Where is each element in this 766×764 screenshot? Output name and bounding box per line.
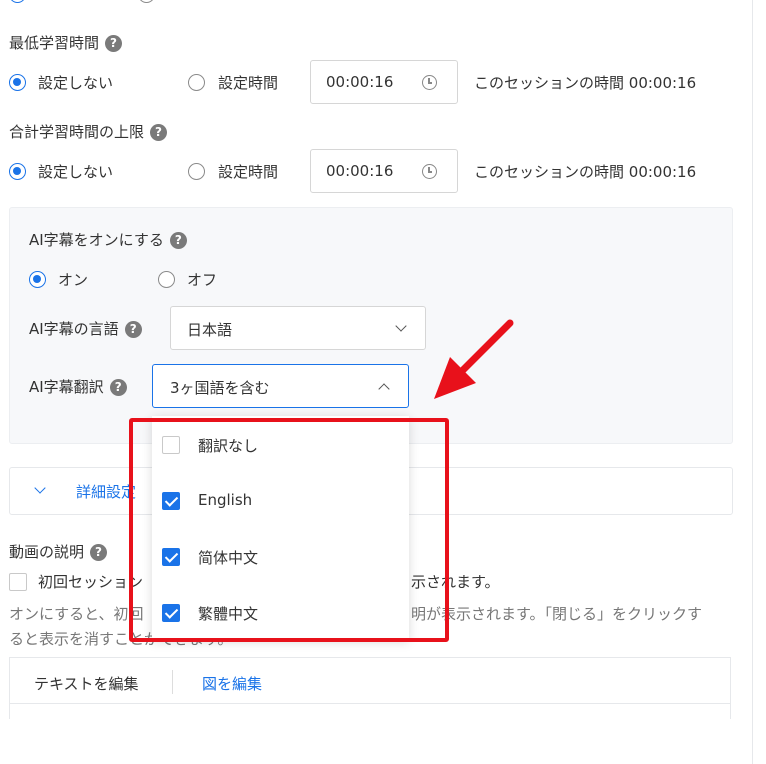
- help-icon[interactable]: ?: [169, 232, 187, 249]
- top-partial-row: 許可 禁止: [0, 0, 300, 4]
- clock-icon[interactable]: [422, 164, 437, 179]
- tab-separator: [172, 670, 173, 694]
- annotation-highlight-box: [129, 418, 449, 642]
- ai-caption-toggle-label: AI字幕をオンにする: [29, 231, 164, 249]
- min-time-set-label: 設定時間: [218, 74, 279, 92]
- min-time-value: 00:00:16: [326, 73, 394, 91]
- min-time-radio-none[interactable]: [9, 74, 26, 91]
- help-icon[interactable]: ?: [109, 379, 127, 396]
- video-desc-hint-1a: オンにすると、初回: [9, 605, 144, 623]
- max-time-value: 00:00:16: [326, 162, 394, 180]
- ai-caption-translate-value: 3ヶ国語を含む: [170, 379, 270, 397]
- ai-caption-radio-off[interactable]: [158, 271, 175, 288]
- min-time-heading: 最低学習時間?: [9, 32, 123, 53]
- max-time-input[interactable]: 00:00:16: [310, 149, 458, 193]
- ai-caption-heading: AI字幕をオンにする?: [29, 229, 187, 250]
- ai-caption-on-label: オン: [58, 271, 89, 289]
- min-time-radio-set[interactable]: [188, 74, 205, 91]
- max-time-none-label: 設定しない: [38, 163, 114, 181]
- ai-caption-translate-select[interactable]: 3ヶ国語を含む: [152, 364, 409, 408]
- ai-caption-lang-select[interactable]: 日本語: [170, 306, 426, 350]
- max-time-heading: 合計学習時間の上限?: [9, 121, 168, 142]
- max-time-set-label: 設定時間: [218, 163, 279, 181]
- video-desc-checkbox[interactable]: [9, 573, 27, 591]
- max-time-radio-set[interactable]: [188, 163, 205, 180]
- help-icon[interactable]: ?: [105, 35, 123, 52]
- max-time-session-text: このセッションの時間 00:00:16: [474, 163, 697, 181]
- max-time-radio-none[interactable]: [9, 163, 26, 180]
- min-time-label: 最低学習時間: [9, 34, 100, 52]
- ai-caption-off-label: オフ: [187, 271, 218, 289]
- ai-caption-lang-label: AI字幕の言語: [29, 320, 119, 338]
- editor-tab-divider: [9, 703, 731, 704]
- ai-caption-translate-label: AI字幕翻訳: [29, 378, 104, 396]
- video-desc-label: 動画の説明: [9, 543, 85, 561]
- video-desc-heading: 動画の説明?: [9, 541, 108, 562]
- annotation-arrow-icon: [434, 319, 514, 399]
- ai-caption-translate-heading: AI字幕翻訳?: [29, 376, 127, 397]
- right-edge-divider: [752, 0, 753, 764]
- video-desc-hint-1b: 明が表示されます。「閉じる」をクリックす: [411, 605, 703, 623]
- help-icon[interactable]: ?: [124, 321, 142, 338]
- clock-icon[interactable]: [422, 75, 437, 90]
- min-time-input[interactable]: 00:00:16: [310, 60, 458, 104]
- min-time-none-label: 設定しない: [38, 74, 114, 92]
- chevron-down-icon: [395, 320, 407, 332]
- ai-caption-radio-on[interactable]: [29, 271, 46, 288]
- advanced-settings-label[interactable]: 詳細設定: [76, 481, 136, 502]
- chevron-up-icon: [378, 383, 390, 395]
- tab-edit-text[interactable]: テキストを編集: [34, 673, 139, 694]
- max-time-label: 合計学習時間の上限: [9, 123, 145, 141]
- help-icon[interactable]: ?: [90, 544, 108, 561]
- ai-caption-lang-value: 日本語: [187, 321, 233, 339]
- video-desc-checkbox-text-left: 初回セッション: [38, 573, 144, 591]
- min-time-session-text: このセッションの時間 00:00:16: [474, 74, 697, 92]
- top-radio-allow[interactable]: [9, 0, 26, 3]
- top-radio-deny-label: 禁止: [166, 0, 196, 3]
- top-radio-deny[interactable]: [138, 0, 155, 3]
- top-radio-allow-label: 許可: [38, 0, 68, 3]
- ai-caption-lang-heading: AI字幕の言語?: [29, 318, 142, 339]
- tab-edit-image[interactable]: 図を編集: [202, 673, 262, 694]
- help-icon[interactable]: ?: [150, 124, 168, 141]
